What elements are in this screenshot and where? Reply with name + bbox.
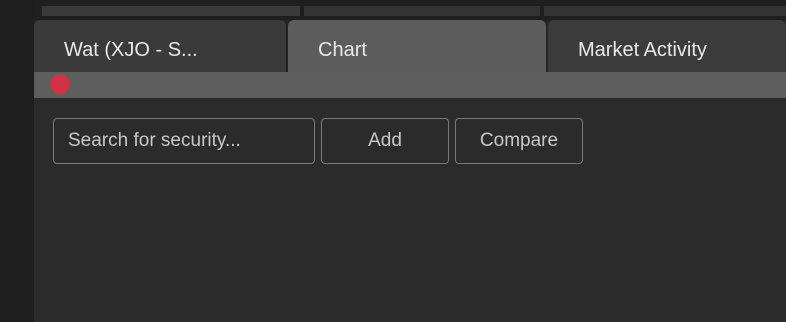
security-search-input[interactable]: [53, 118, 315, 164]
scroll-segment: [304, 6, 540, 16]
status-bar: [34, 72, 786, 98]
scroll-segment: [544, 6, 786, 16]
chart-panel: Add Compare: [34, 98, 786, 322]
compare-button[interactable]: Compare: [455, 118, 583, 164]
scroll-segment: [42, 6, 300, 16]
tab-bar: Wat (XJO - S... Chart Market Activity: [34, 20, 786, 72]
app-window: Wat (XJO - S... Chart Market Activity Ad…: [0, 0, 786, 322]
tab-market-activity[interactable]: Market Activity: [548, 20, 786, 72]
tab-watchlist[interactable]: Wat (XJO - S...: [34, 20, 286, 72]
tab-chart[interactable]: Chart: [288, 20, 546, 72]
left-margin: [0, 0, 34, 322]
top-panel-strip: [34, 0, 786, 20]
add-button[interactable]: Add: [321, 118, 449, 164]
status-indicator-icon: [50, 74, 70, 94]
